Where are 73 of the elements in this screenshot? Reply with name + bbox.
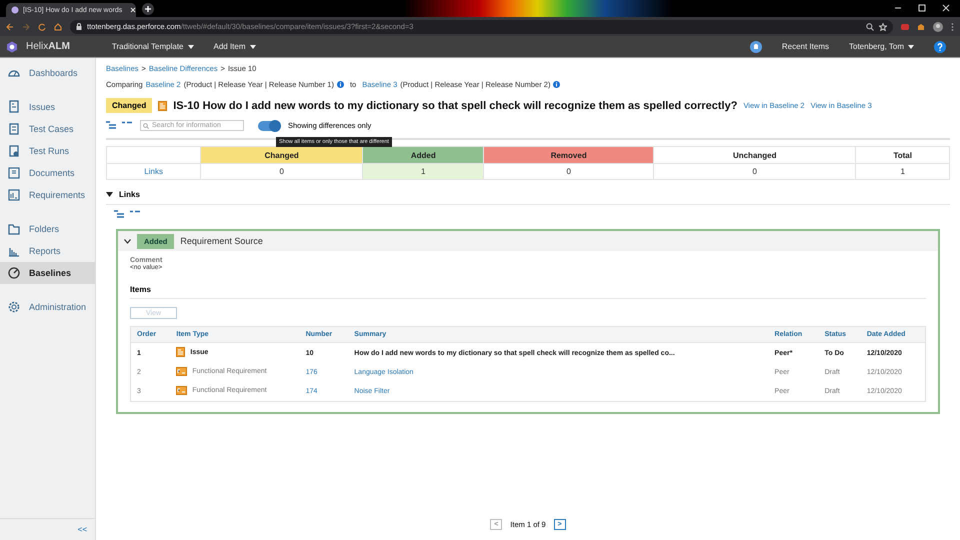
clipboard-icon: [7, 144, 21, 158]
sidebar-item[interactable]: Administration: [0, 296, 95, 318]
column-header: Changed: [200, 146, 363, 164]
document-icon: [7, 166, 21, 180]
expand-caret[interactable]: [124, 238, 131, 244]
close-icon[interactable]: [942, 4, 950, 12]
lock-icon: [76, 23, 82, 30]
section-title: Links: [119, 190, 140, 199]
column-header: Added: [362, 146, 484, 164]
sidebar-item[interactable]: Test Cases: [0, 118, 95, 140]
back-icon[interactable]: [6, 22, 14, 30]
header-menu[interactable]: Add Item: [208, 42, 262, 51]
requirement-icon: [176, 367, 188, 376]
info-icon: [336, 81, 344, 88]
caret-icon: [908, 44, 914, 48]
row-link[interactable]: Links: [144, 167, 163, 176]
sidebar-item[interactable]: Folders: [0, 218, 95, 240]
notification-icon[interactable]: [750, 40, 762, 52]
column-header: Total: [856, 146, 950, 164]
reload-icon[interactable]: [38, 22, 46, 30]
header-menu[interactable]: Traditional Template: [106, 42, 200, 51]
clipboard-icon: [7, 122, 21, 136]
collapse-sidebar-button[interactable]: <<: [0, 518, 95, 540]
collapse-all-icon[interactable]: [122, 121, 132, 125]
star-icon[interactable]: [879, 22, 887, 30]
card-title: Requirement Source: [180, 236, 263, 246]
help-icon[interactable]: [934, 40, 946, 52]
avatar-icon[interactable]: [933, 22, 943, 32]
table-cell: 0: [200, 164, 363, 180]
item-title: IS-10 How do I add new words to my dictionary so that spell check will recognize them as spelled correctly?: [173, 100, 738, 112]
search-icon: [143, 122, 149, 128]
new-tab-icon[interactable]: [142, 3, 154, 15]
logo-icon: [6, 40, 18, 52]
differences-toggle[interactable]: [258, 120, 280, 130]
expand-all-icon[interactable]: [114, 210, 124, 219]
column-header: Removed: [484, 146, 654, 164]
requirement-icon: [176, 386, 188, 395]
collapse-all-icon[interactable]: [130, 210, 140, 214]
expand-caret[interactable]: [106, 192, 113, 197]
sidebar-item[interactable]: Issues: [0, 96, 95, 118]
table-cell: 1: [856, 164, 950, 180]
helix-icon: [11, 6, 19, 14]
items-heading: Items: [130, 285, 926, 299]
info-icon: [553, 81, 560, 88]
menu-icon[interactable]: [951, 22, 954, 30]
sidebar-item[interactable]: Reports: [0, 240, 95, 262]
close-icon[interactable]: [130, 7, 136, 13]
caret-icon: [188, 44, 194, 48]
table-cell: 0: [654, 164, 856, 180]
app-logo: HelixALM: [26, 41, 70, 52]
zoom-icon[interactable]: [866, 22, 874, 30]
maximize-icon[interactable]: [918, 4, 926, 12]
table-cell: 1: [362, 164, 484, 180]
sidebar-item[interactable]: Dashboards: [0, 62, 95, 84]
sidebar-item[interactable]: Test Runs: [0, 140, 95, 162]
expand-all-icon[interactable]: [106, 121, 116, 130]
sidebar-item[interactable]: Baselines: [0, 262, 95, 284]
settings-icon: [7, 300, 21, 314]
home-icon[interactable]: [54, 22, 62, 30]
status-badge: Changed: [106, 98, 152, 113]
table-cell: 0: [484, 164, 654, 180]
folder-icon: [7, 222, 21, 236]
column-header: Unchanged: [654, 146, 856, 164]
caret-icon: [250, 44, 256, 48]
document-icon: [176, 347, 186, 357]
sidebar-item[interactable]: Documents: [0, 162, 95, 184]
gauge-icon: [7, 266, 21, 280]
sidebar-item[interactable]: Requirements: [0, 184, 95, 206]
recent-items-link[interactable]: Recent Items: [776, 42, 835, 51]
chart-icon: [7, 188, 21, 202]
document-icon: [7, 100, 21, 114]
document-icon: [158, 100, 168, 110]
user-menu[interactable]: Totenberg, Tom: [843, 42, 920, 51]
